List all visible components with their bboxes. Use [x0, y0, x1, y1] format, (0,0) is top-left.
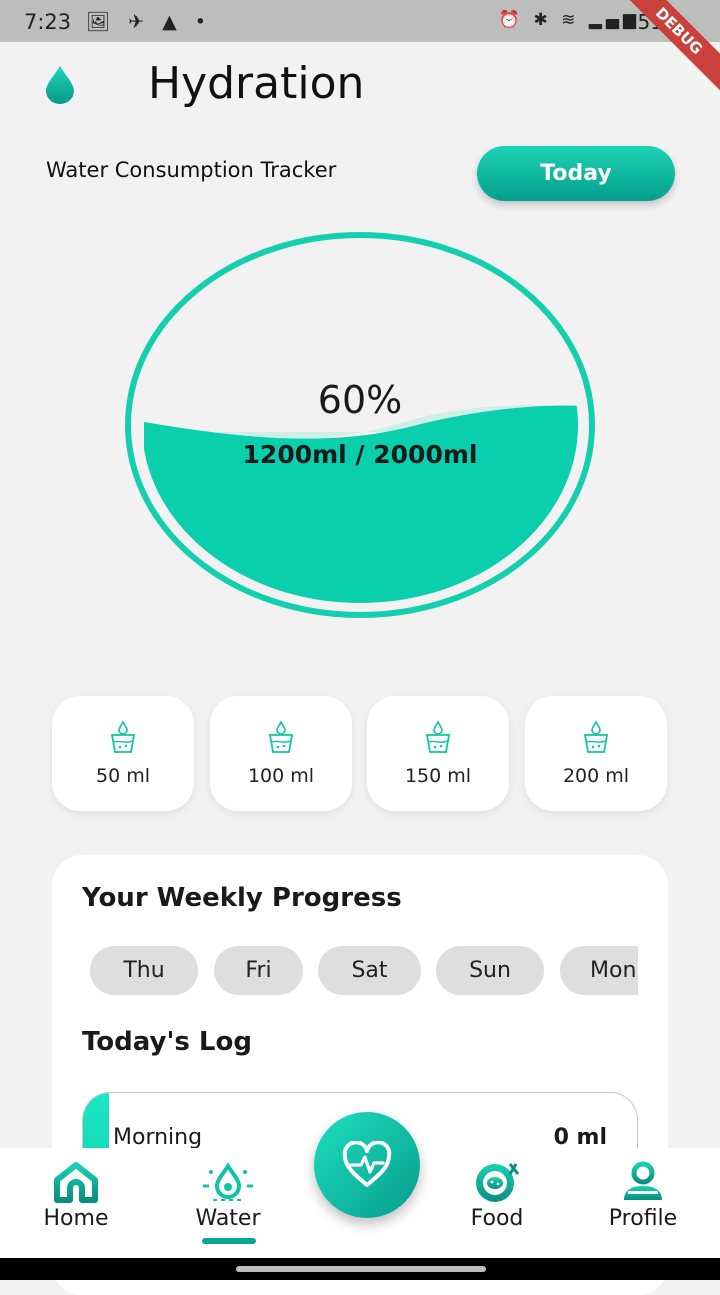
quick-add-50-button[interactable]: 50 ml	[52, 696, 194, 811]
active-tab-indicator	[202, 1238, 256, 1244]
nav-profile-label: Profile	[608, 1206, 678, 1231]
quick-add-label: 200 ml	[562, 765, 630, 787]
quick-add-200-button[interactable]: 200 ml	[525, 696, 667, 811]
quick-add-label: 50 ml	[95, 765, 150, 787]
water-glass-icon	[110, 720, 136, 753]
gauge-percent: 60%	[317, 378, 403, 422]
day-chip-mon[interactable]: Mon	[560, 946, 638, 995]
water-drop-icon	[44, 64, 76, 108]
quick-add-label: 100 ml	[247, 765, 315, 787]
status-bar: 7:23 🖼 ✈ ▲ • ⏰ ✱ ≋ ▂▄▆ 51%	[0, 0, 720, 42]
home-gesture-pill[interactable]	[236, 1266, 486, 1272]
food-plate-icon	[476, 1163, 520, 1202]
water-glass-icon	[425, 720, 451, 753]
log-item-label: Morning	[113, 1125, 203, 1150]
todays-log-title: Today's Log	[82, 1027, 252, 1057]
day-chip-sun[interactable]: Sun	[436, 946, 544, 995]
notification-icons: 🖼 ✈ ▲ •	[86, 11, 212, 33]
log-item-value: 0 ml	[553, 1125, 607, 1150]
weekly-progress-title: Your Weekly Progress	[82, 883, 402, 913]
home-icon	[54, 1162, 98, 1203]
system-status-icons: ⏰ ✱ ≋ ▂▄▆	[498, 10, 640, 30]
day-chip-thu[interactable]: Thu	[90, 946, 198, 995]
nav-food-label: Food	[470, 1206, 524, 1231]
tracker-subtitle: Water Consumption Tracker	[46, 158, 337, 182]
nav-food[interactable]: Food	[427, 1160, 567, 1231]
water-glass-icon	[583, 720, 609, 753]
nav-home[interactable]: Home	[6, 1160, 146, 1231]
page-title: Hydration	[148, 58, 365, 109]
today-button[interactable]: Today	[477, 146, 675, 201]
quick-add-label: 150 ml	[404, 765, 472, 787]
heart-pulse-icon	[342, 1141, 392, 1187]
quick-add-100-button[interactable]: 100 ml	[210, 696, 352, 811]
water-gauge: 60% 1200ml / 2000ml	[124, 232, 596, 618]
nav-water[interactable]: Water	[158, 1160, 298, 1231]
system-navigation-bar	[0, 1258, 720, 1280]
day-selector[interactable]: Thu Fri Sat Sun Mon	[90, 946, 638, 996]
health-fab-button[interactable]	[314, 1112, 420, 1218]
nav-water-label: Water	[195, 1206, 261, 1231]
quick-add-150-button[interactable]: 150 ml	[367, 696, 509, 811]
profile-icon	[624, 1161, 662, 1200]
gauge-water-fill	[144, 405, 578, 603]
day-chip-sat[interactable]: Sat	[318, 946, 421, 995]
status-time: 7:23	[24, 10, 72, 34]
day-chip-fri[interactable]: Fri	[214, 946, 303, 995]
water-glass-icon	[268, 720, 294, 753]
water-drop-icon	[203, 1162, 253, 1201]
nav-home-label: Home	[43, 1206, 109, 1231]
nav-profile[interactable]: Profile	[573, 1160, 713, 1231]
gauge-amount: 1200ml / 2000ml	[242, 440, 478, 469]
